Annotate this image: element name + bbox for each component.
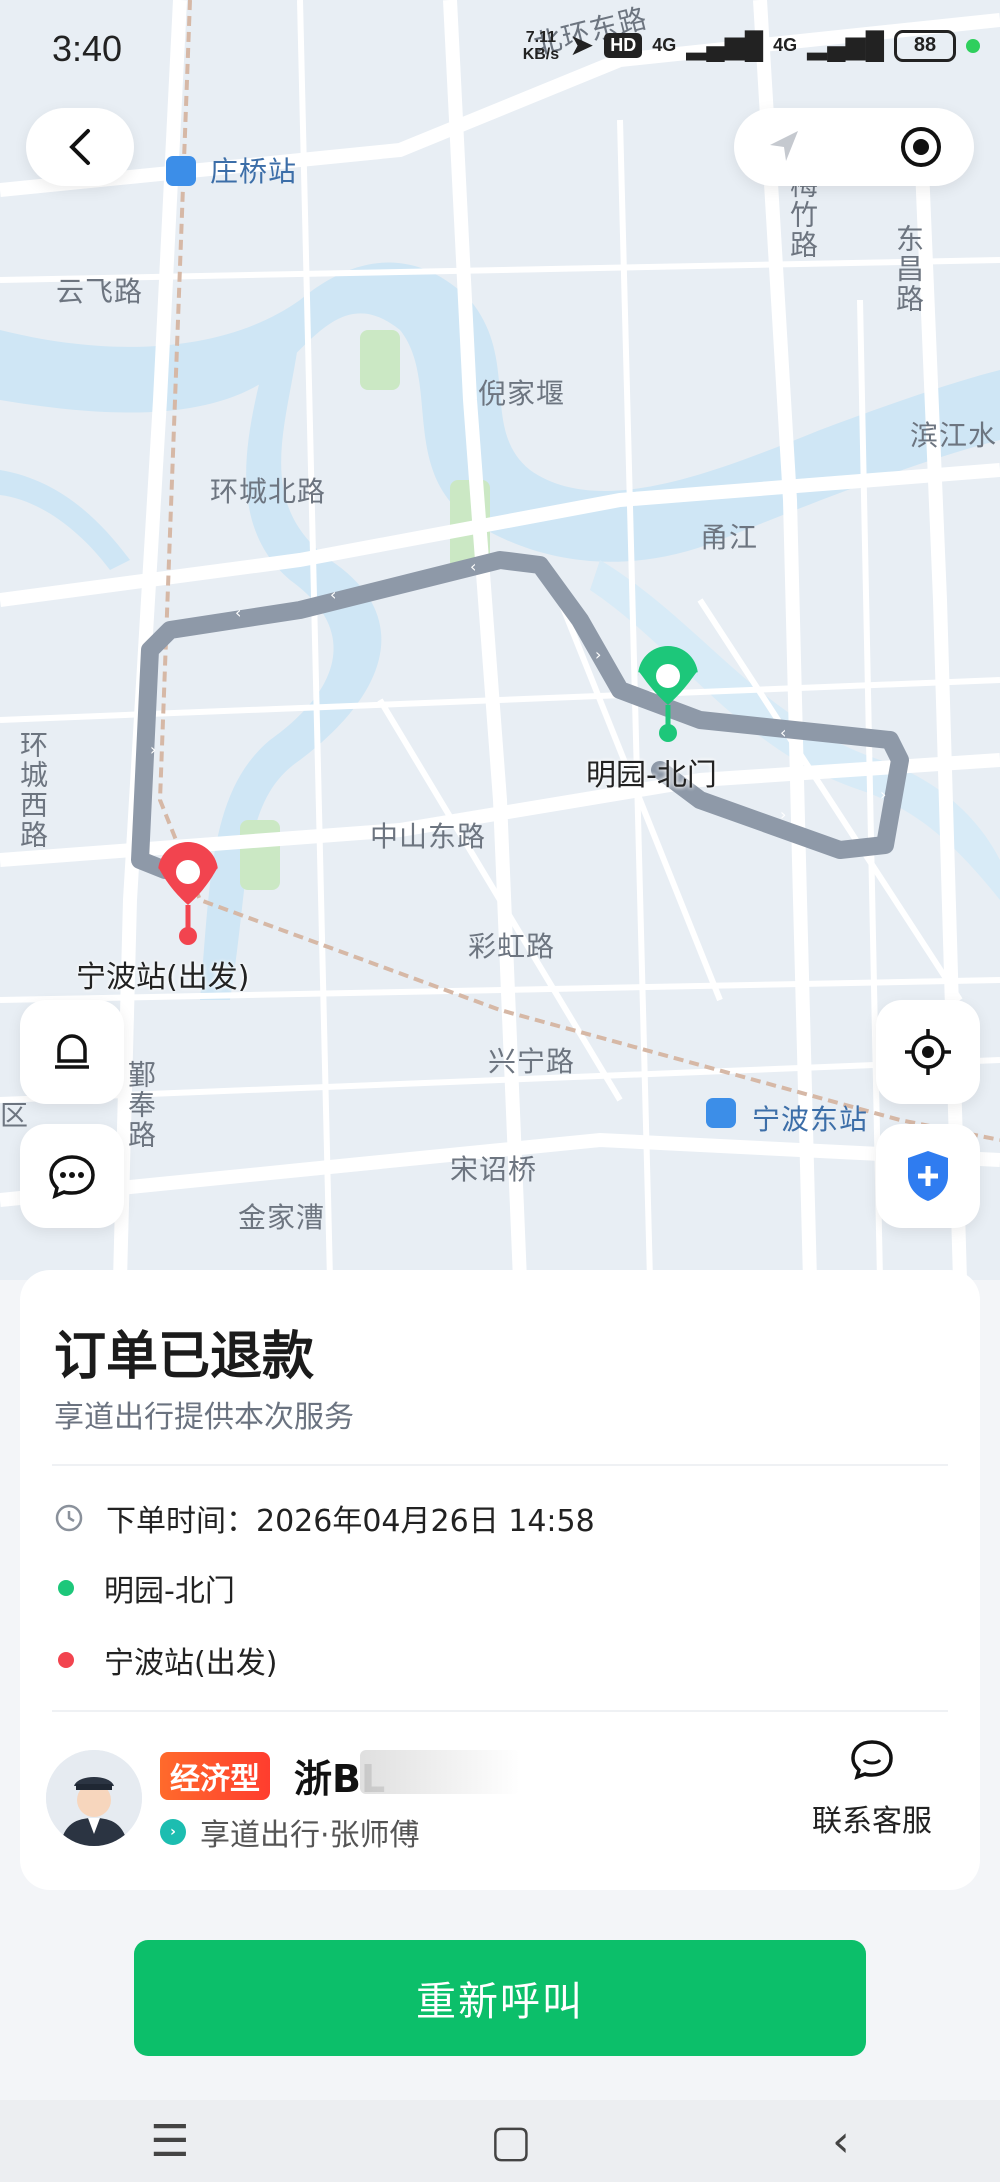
map-label-district: 区 bbox=[0, 1099, 30, 1132]
map-label-caihong: 彩虹路 bbox=[468, 930, 556, 963]
order-time-label: 下单时间： bbox=[106, 1504, 256, 1539]
status-icons: 7.11 KB/s ➤ HD 4G ▂▄▆█ 4G ▂▄▆█ 88 bbox=[523, 28, 980, 63]
map-label-zhuangqiao: 庄桥站 bbox=[210, 155, 298, 188]
shield-icon bbox=[908, 1151, 948, 1201]
dropoff-row: 宁波站(出发) bbox=[54, 1638, 277, 1682]
svg-text:‹: ‹ bbox=[470, 557, 476, 576]
clock-icon bbox=[55, 1504, 83, 1532]
system-nav-bar: ☰ ▢ ‹ bbox=[0, 2100, 1000, 2182]
station-icon bbox=[706, 1098, 736, 1128]
safety-button[interactable] bbox=[876, 1124, 980, 1228]
net-speed-unit: KB/s bbox=[522, 45, 560, 63]
provider-text: 享道出行·张师傅 bbox=[200, 1818, 420, 1853]
map-label-jinjiacao: 金家漕 bbox=[238, 1201, 326, 1234]
target-settings-icon[interactable] bbox=[898, 124, 944, 170]
location-arrow-icon: ➤ bbox=[569, 29, 595, 62]
provider-logo-icon: › bbox=[160, 1819, 186, 1845]
status-time: 3:40 bbox=[52, 28, 123, 69]
car-type-badge: 经济型 bbox=[160, 1752, 270, 1800]
map-label-xingning: 兴宁路 bbox=[488, 1045, 576, 1078]
chat-bubble-icon bbox=[49, 1155, 95, 1199]
map-label-huancheng-west: 环城西路 bbox=[16, 730, 49, 850]
alarm-bell-icon bbox=[55, 1034, 89, 1069]
back-arrow-icon bbox=[69, 129, 90, 165]
recall-button[interactable]: 重新呼叫 bbox=[134, 1940, 866, 2056]
driver-avatar bbox=[46, 1750, 142, 1846]
station-icon bbox=[166, 156, 196, 186]
navigate-icon[interactable] bbox=[764, 127, 804, 167]
map-label-yunfei: 云飞路 bbox=[56, 275, 144, 308]
hd-icon: HD bbox=[604, 33, 643, 58]
river-branch bbox=[200, 330, 382, 1000]
map-view[interactable]: › ‹ ‹ ‹ › ‹ › › 庄桥站 云飞路 倪家堰 环城北路 环城西路 甬江 滨江水 中山… bbox=[0, 0, 1000, 1280]
signal-bars-icon: ▂▄▆█ bbox=[686, 30, 764, 60]
park bbox=[240, 820, 280, 890]
message-button[interactable] bbox=[20, 1124, 124, 1228]
svg-text:›: › bbox=[780, 805, 786, 824]
map-label-ningbo-east: 宁波东站 bbox=[752, 1103, 869, 1136]
alarm-button[interactable] bbox=[20, 1000, 124, 1104]
crosshair-icon bbox=[905, 1029, 951, 1075]
map-label-huancheng-north: 环城北路 bbox=[210, 475, 327, 508]
pickup-dot-icon bbox=[58, 1580, 74, 1596]
order-time-value: 2026年04月26日 14:58 bbox=[256, 1504, 595, 1539]
map-label-binjiang: 滨江水 bbox=[910, 419, 998, 452]
divider bbox=[52, 1710, 948, 1712]
menu-icon[interactable]: ☰ bbox=[150, 2116, 189, 2167]
signal-bars-icon: ▂▄▆█ bbox=[807, 30, 884, 60]
pickup-row: 明园-北门 bbox=[54, 1566, 235, 1610]
map-label-nijiayan: 倪家堰 bbox=[478, 377, 566, 410]
order-status-title: 订单已退款 bbox=[54, 1327, 315, 1387]
contact-support-button[interactable]: 联系客服 bbox=[812, 1738, 932, 1840]
map-label-dongchang: 东昌路 bbox=[892, 224, 925, 314]
canal bbox=[0, 470, 130, 570]
battery-icon: 88 bbox=[894, 29, 956, 62]
signal-4g-1: 4G bbox=[652, 35, 677, 55]
svg-text:‹: ‹ bbox=[330, 585, 336, 604]
home-icon[interactable]: ▢ bbox=[490, 2116, 532, 2167]
pickup-address: 明园-北门 bbox=[104, 1574, 235, 1609]
provider-row: › 享道出行·张师傅 bbox=[160, 1810, 420, 1854]
svg-text:‹: ‹ bbox=[780, 723, 786, 742]
pickup-map-label: 明园-北门 bbox=[586, 758, 717, 793]
divider bbox=[52, 1464, 948, 1466]
order-status-subtitle: 享道出行提供本次服务 bbox=[54, 1400, 354, 1435]
order-card: 订单已退款 享道出行提供本次服务 下单时间： 2026年04月26日 14:58… bbox=[20, 1270, 980, 1890]
svg-text:›: › bbox=[595, 645, 601, 664]
dropoff-dot-icon bbox=[58, 1652, 74, 1668]
net-speed: 7.11 KB/s bbox=[523, 29, 559, 63]
order-time-row: 下单时间： 2026年04月26日 14:58 bbox=[54, 1496, 595, 1540]
map-label-songzhao: 宋诏桥 bbox=[450, 1153, 538, 1186]
map-label-zhongshan: 中山东路 bbox=[370, 820, 487, 853]
svg-text:›: › bbox=[880, 785, 886, 804]
plate-mask bbox=[360, 1750, 520, 1794]
park bbox=[360, 330, 400, 390]
locate-me-button[interactable] bbox=[876, 1000, 980, 1104]
map-label-yinfeng: 鄞奉路 bbox=[124, 1060, 157, 1150]
svg-text:›: › bbox=[150, 740, 156, 759]
privacy-dot-icon bbox=[966, 38, 980, 53]
contact-support-label: 联系客服 bbox=[812, 1804, 932, 1839]
back-nav-icon[interactable]: ‹ bbox=[832, 2116, 850, 2167]
svg-text:‹: ‹ bbox=[235, 603, 241, 622]
dropoff-map-label: 宁波站(出发) bbox=[76, 960, 250, 995]
back-button[interactable] bbox=[26, 108, 134, 186]
map-label-yongjiang: 甬江 bbox=[700, 521, 759, 554]
signal-4g-2: 4G bbox=[773, 35, 798, 55]
net-speed-value: 7.11 bbox=[525, 28, 557, 46]
chat-bubble-icon bbox=[851, 1740, 893, 1780]
status-bar: 3:40 7.11 KB/s ➤ HD 4G ▂▄▆█ 4G ▂▄▆█ 88 bbox=[0, 0, 1000, 100]
map-top-controls bbox=[734, 108, 974, 186]
driver-avatar-icon bbox=[46, 1750, 142, 1846]
dropoff-address: 宁波站(出发) bbox=[104, 1646, 278, 1681]
